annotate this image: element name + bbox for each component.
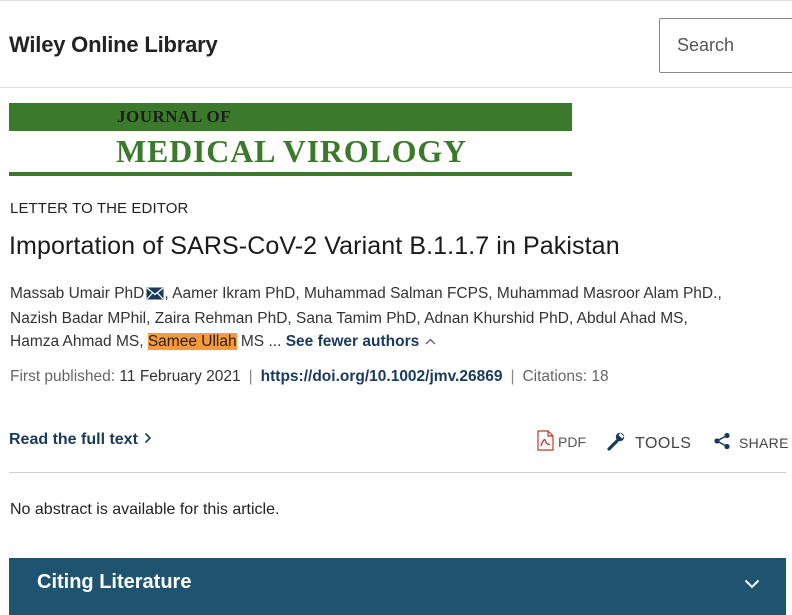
author-suffix: MS <box>236 333 265 350</box>
tools-label: TOOLS <box>635 434 692 452</box>
wiley-logo[interactable]: Wiley Online Library <box>9 32 218 58</box>
wrench-icon <box>605 430 627 457</box>
citing-literature-label: Citing Literature <box>37 571 192 593</box>
share-label: SHARE <box>739 434 789 451</box>
article-type: LETTER TO THE EDITOR <box>10 200 189 217</box>
author-link[interactable]: Sana Tamim PhD <box>296 310 416 327</box>
abstract-note: No abstract is available for this articl… <box>10 501 280 518</box>
see-fewer-label: See fewer authors <box>285 333 420 350</box>
search-input[interactable] <box>660 19 792 72</box>
author-list: Massab Umair PhD, Aamer Ikram PhD, Muham… <box>10 283 790 354</box>
pdf-button[interactable]: PDF <box>537 430 586 454</box>
publication-info: First published: 11 February 2021 | https:… <box>10 368 609 386</box>
first-published-date: 11 February 2021 <box>119 368 241 385</box>
article-actions: Read the full text PDF TOOLS SHARE <box>9 428 789 458</box>
author-link[interactable]: Adnan Khurshid PhD <box>424 310 569 327</box>
separator: | <box>248 368 253 385</box>
pdf-label: PDF <box>558 434 586 450</box>
first-published-label: First published: <box>10 368 116 385</box>
chevron-right-icon <box>144 431 152 449</box>
author-link[interactable]: Aamer Ikram PhD <box>172 285 295 302</box>
author-link[interactable]: Muhammad Salman FCPS <box>304 285 488 302</box>
author-link[interactable]: Hamza Ahmad MS <box>10 333 139 350</box>
doi-link[interactable]: https://doi.org/10.1002/jmv.26869 <box>261 368 503 385</box>
citations-count: Citations: 18 <box>522 368 609 385</box>
search-box[interactable] <box>659 18 792 73</box>
journal-name-line1: JOURNAL OF <box>117 107 232 126</box>
author-link-highlighted[interactable]: Samee Ullah <box>147 333 237 350</box>
banner-bottom-stripe <box>9 172 572 176</box>
separator: | <box>510 368 515 385</box>
author-link[interactable]: Abdul Ahad MS <box>577 310 684 327</box>
see-fewer-authors-toggle[interactable]: See fewer authors <box>286 333 437 350</box>
share-button[interactable]: SHARE <box>713 432 789 453</box>
author-link[interactable]: Zaira Rehman PhD <box>155 310 288 327</box>
banner-top-stripe <box>9 103 572 131</box>
section-divider <box>9 472 786 473</box>
journal-banner[interactable]: JOURNAL OF MEDICAL VIROLOGY <box>9 103 572 176</box>
pdf-icon <box>537 430 554 454</box>
read-full-text-link[interactable]: Read the full text <box>9 431 152 449</box>
tools-button[interactable]: TOOLS <box>605 430 691 457</box>
article-title: Importation of SARS-CoV-2 Variant B.1.1.… <box>9 232 620 260</box>
chevron-up-icon <box>425 330 436 353</box>
site-header: Wiley Online Library <box>0 0 792 88</box>
author-link[interactable]: Nazish Badar MPhil <box>10 310 146 327</box>
share-icon <box>713 432 731 453</box>
citing-literature-accordion[interactable]: Citing Literature <box>9 558 786 615</box>
mail-icon[interactable] <box>146 285 164 308</box>
journal-name-line2: MEDICAL VIROLOGY <box>116 133 467 169</box>
chevron-down-icon <box>744 576 760 594</box>
author-link[interactable]: Muhammad Masroor Alam PhD. <box>497 285 718 302</box>
read-full-text-label: Read the full text <box>9 431 138 448</box>
author-link[interactable]: Massab Umair PhD <box>10 285 144 302</box>
authors-ellipsis: ... <box>268 333 282 350</box>
